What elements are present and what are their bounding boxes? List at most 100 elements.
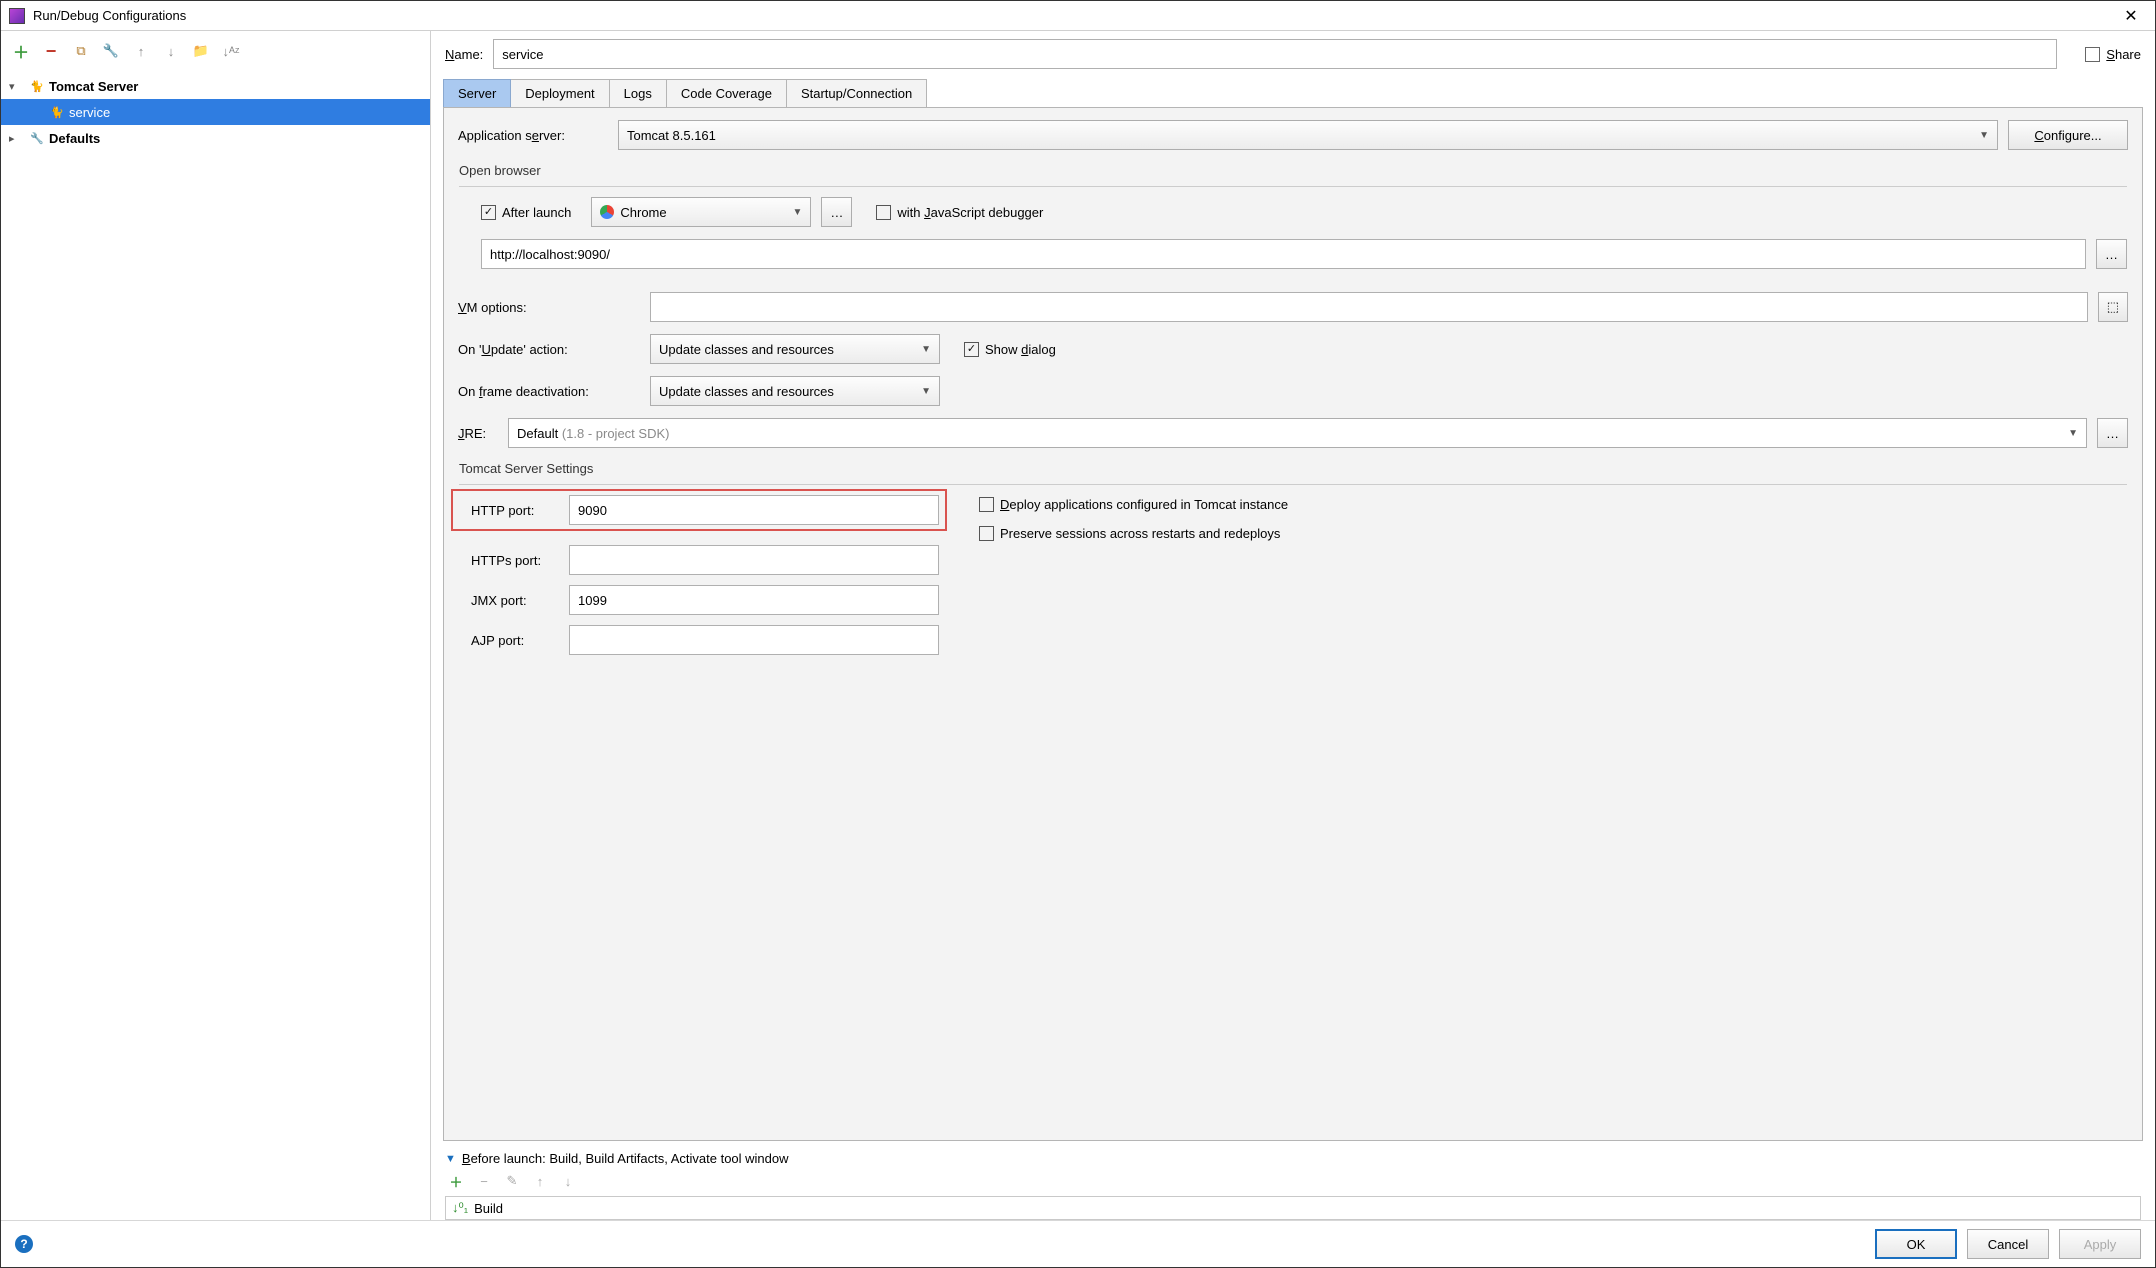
tab-bar: Server Deployment Logs Code Coverage Sta… [431,79,2155,107]
js-debugger-checkbox[interactable]: with JavaScript debugger [876,205,1043,220]
jre-value: Default (1.8 - project SDK) [517,426,669,441]
add-task-button[interactable]: ＋ [447,1172,465,1190]
url-more-button[interactable]: … [2096,239,2127,269]
copy-config-button[interactable]: ⧉ [71,41,91,61]
deploy-apps-checkbox[interactable]: Deploy applications configured in Tomcat… [979,497,1288,512]
tomcat-icon: 🐈 [49,104,65,120]
preserve-sessions-checkbox[interactable]: Preserve sessions across restarts and re… [979,526,1288,541]
on-update-select[interactable]: Update classes and resources ▼ [650,334,940,364]
before-launch-toolbar: ＋ − ✎ ↑ ↓ [445,1166,2141,1196]
move-task-up-button[interactable]: ↑ [531,1172,549,1190]
server-tab-panel: Application server: Tomcat 8.5.161 ▼ Con… [443,107,2143,1141]
jre-label: JRE: [458,426,498,441]
on-update-label: On 'Update' action: [458,342,640,357]
vm-options-expand-button[interactable]: ⬚ [2098,292,2128,322]
jmx-port-label: JMX port: [459,593,569,608]
after-launch-checkbox[interactable]: After launch [481,205,571,220]
show-dialog-label: Show dialog [985,342,1056,357]
tab-logs[interactable]: Logs [609,79,667,107]
show-dialog-checkbox[interactable]: Show dialog [964,342,1056,357]
checkbox-icon [979,497,994,512]
chevron-down-icon: ▾ [9,80,25,93]
apply-button[interactable]: Apply [2059,1229,2141,1259]
on-frame-select[interactable]: Update classes and resources ▼ [650,376,940,406]
sort-button[interactable]: ↓ᴬᶻ [221,41,241,61]
configure-button[interactable]: Configure... [2008,120,2128,150]
browser-more-button[interactable]: … [821,197,852,227]
js-debugger-label: with JavaScript debugger [897,205,1043,220]
name-label: Name: [445,47,483,62]
config-tree: ▾ 🐈 Tomcat Server 🐈 service ▸ 🔧 Defaults [1,71,430,1220]
window-title: Run/Debug Configurations [33,8,2115,23]
name-input[interactable] [493,39,2057,69]
on-frame-value: Update classes and resources [659,384,834,399]
app-server-label: Application server: [458,128,608,143]
url-input[interactable] [481,239,2086,269]
cancel-button[interactable]: Cancel [1967,1229,2049,1259]
folder-button[interactable]: 📁 [191,41,211,61]
app-icon [9,8,25,24]
disclosure-triangle-icon[interactable]: ▼ [445,1153,456,1165]
tree-label: Defaults [49,131,100,146]
tree-label: service [69,105,110,120]
separator [459,186,2127,187]
ajp-port-label: AJP port: [459,633,569,648]
tree-node-service[interactable]: 🐈 service [1,99,430,125]
checkbox-icon [481,205,496,220]
titlebar: Run/Debug Configurations ✕ [1,1,2155,31]
chevron-down-icon: ▼ [2068,428,2078,439]
chrome-icon [600,205,614,219]
close-icon[interactable]: ✕ [2115,6,2147,26]
tab-server[interactable]: Server [443,79,511,107]
before-launch-list[interactable]: ↓⁰₁ Build [445,1196,2141,1220]
edit-defaults-button[interactable]: 🔧 [101,41,121,61]
checkbox-icon [979,526,994,541]
browser-select[interactable]: Chrome ▼ [591,197,811,227]
https-port-input[interactable] [569,545,939,575]
help-button[interactable]: ? [15,1235,33,1253]
share-label: Share [2106,47,2141,62]
chevron-down-icon: ▼ [921,344,931,355]
move-task-down-button[interactable]: ↓ [559,1172,577,1190]
deploy-apps-label: Deploy applications configured in Tomcat… [1000,497,1288,512]
tab-startup-connection[interactable]: Startup/Connection [786,79,927,107]
ajp-port-input[interactable] [569,625,939,655]
tree-label: Tomcat Server [49,79,138,94]
before-launch-header: Before launch: Build, Build Artifacts, A… [462,1151,789,1166]
app-server-value: Tomcat 8.5.161 [627,128,716,143]
browser-value: Chrome [620,205,666,220]
tab-code-coverage[interactable]: Code Coverage [666,79,787,107]
jre-more-button[interactable]: … [2097,418,2128,448]
tree-node-defaults[interactable]: ▸ 🔧 Defaults [1,125,430,151]
vm-options-input[interactable] [650,292,2088,322]
checkbox-icon [964,342,979,357]
configurations-panel: ＋ − ⧉ 🔧 ↑ ↓ 📁 ↓ᴬᶻ ▾ 🐈 Tomcat Server 🐈 se… [1,31,431,1220]
edit-task-button[interactable]: ✎ [503,1172,521,1190]
remove-task-button[interactable]: − [475,1172,493,1190]
jre-select[interactable]: Default (1.8 - project SDK) ▼ [508,418,2087,448]
http-port-input[interactable] [569,495,939,525]
tomcat-icon: 🐈 [29,78,45,94]
https-port-label: HTTPs port: [459,553,569,568]
move-down-button[interactable]: ↓ [161,41,181,61]
after-launch-label: After launch [502,205,571,220]
tomcat-settings-legend: Tomcat Server Settings [459,461,2127,476]
build-task-icon: ↓⁰₁ [452,1200,468,1216]
vm-options-label: VM options: [458,300,640,315]
tree-node-tomcat-server[interactable]: ▾ 🐈 Tomcat Server [1,73,430,99]
chevron-down-icon: ▼ [921,386,931,397]
add-config-button[interactable]: ＋ [11,41,31,61]
open-browser-legend: Open browser [459,163,2127,178]
share-checkbox[interactable]: Share [2085,47,2141,62]
jmx-port-input[interactable] [569,585,939,615]
before-launch-item: Build [474,1201,503,1216]
config-editor: Name: Share Server Deployment Logs Code … [431,31,2155,1220]
ok-button[interactable]: OK [1875,1229,1957,1259]
tab-deployment[interactable]: Deployment [510,79,609,107]
http-port-highlight: HTTP port: [451,489,947,531]
move-up-button[interactable]: ↑ [131,41,151,61]
preserve-sessions-label: Preserve sessions across restarts and re… [1000,526,1280,541]
remove-config-button[interactable]: − [41,41,61,61]
before-launch-section: ▼ Before launch: Build, Build Artifacts,… [431,1147,2155,1220]
app-server-select[interactable]: Tomcat 8.5.161 ▼ [618,120,1998,150]
